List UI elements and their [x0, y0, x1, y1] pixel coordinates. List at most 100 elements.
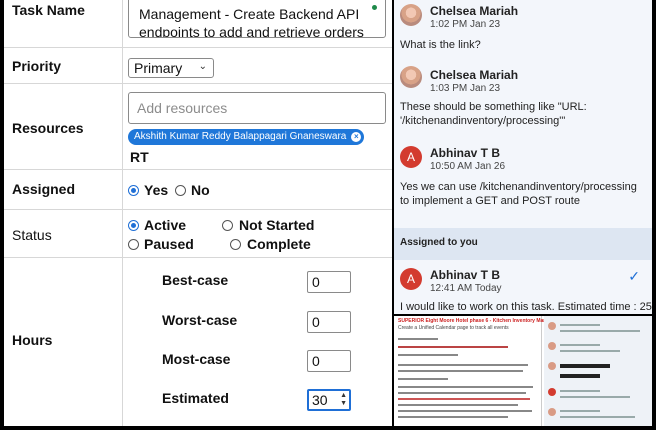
- avatar: [548, 342, 556, 350]
- status-paused-label: Paused: [144, 236, 194, 252]
- worst-case-value: 0: [312, 314, 320, 330]
- doc-line: [398, 410, 532, 412]
- status-label: Status: [12, 227, 52, 243]
- remove-chip-icon[interactable]: ×: [351, 132, 362, 142]
- resources-input[interactable]: Add resources: [128, 92, 386, 124]
- document-preview: SUPERIOR Eight Moore Hotel phase 6 - Kit…: [394, 316, 567, 426]
- assigned-no-label: No: [191, 182, 210, 198]
- chevron-down-icon: ⌄: [198, 61, 207, 72]
- task-name-label: Task Name: [12, 2, 85, 18]
- mini-redaction: [560, 374, 600, 378]
- priority-selected-value: Primary: [134, 60, 183, 76]
- doc-line: [398, 346, 508, 348]
- grammar-check-icon: [372, 5, 377, 10]
- status-not-started-label: Not Started: [239, 217, 315, 233]
- estimated-value: 30: [312, 392, 328, 408]
- status-row: Status Active Not Started Paused Complet…: [4, 210, 392, 258]
- avatar: [548, 408, 556, 416]
- doc-line: [398, 392, 526, 394]
- checkmark-icon[interactable]: ✓: [628, 268, 640, 285]
- status-not-started-radio[interactable]: [222, 220, 233, 231]
- comment-text: I would like to work on this task. Estim…: [400, 301, 652, 313]
- task-name-row: Task Name Management - Create Backend AP…: [4, 0, 392, 48]
- hours-label: Hours: [12, 332, 53, 348]
- doc-title: SUPERIOR Eight Moore Hotel phase 6 - Kit…: [398, 318, 567, 324]
- comment-time: 10:50 AM Jan 26: [430, 161, 506, 172]
- comment-time: 12:41 AM Today: [430, 283, 502, 294]
- avatar: [400, 66, 422, 88]
- assigned-no-radio[interactable]: [175, 185, 186, 196]
- stepper-arrows-icon[interactable]: ▲ ▼: [340, 392, 347, 408]
- doc-line: [398, 386, 533, 388]
- assigned-yes-radio[interactable]: [128, 185, 139, 196]
- status-paused-radio[interactable]: [128, 239, 139, 250]
- worst-case-input[interactable]: 0: [307, 311, 351, 333]
- comment-text: What is the link?: [400, 39, 481, 51]
- mini-line: [560, 344, 600, 346]
- worst-case-label: Worst-case: [162, 312, 238, 328]
- assigned-row: Assigned Yes No: [4, 170, 392, 210]
- avatar: [548, 362, 556, 370]
- mini-line: [560, 410, 600, 412]
- avatar: [548, 322, 556, 330]
- comment-author: Abhinav T B: [430, 146, 501, 160]
- task-name-value: Management - Create Backend API endpoint…: [139, 6, 364, 38]
- task-form: Task Name Management - Create Backend AP…: [4, 0, 392, 426]
- avatar: [548, 388, 556, 396]
- mini-line: [560, 330, 640, 332]
- doc-line: [398, 378, 448, 380]
- estimated-label: Estimated: [162, 390, 229, 406]
- priority-label: Priority: [12, 58, 62, 74]
- avatar: A: [400, 146, 422, 168]
- mini-redaction: [560, 364, 610, 368]
- mini-chat-preview: [544, 316, 652, 426]
- resources-label: Resources: [12, 120, 84, 136]
- best-case-input[interactable]: 0: [307, 271, 351, 293]
- comment-time: 1:03 PM Jan 23: [430, 83, 501, 94]
- resources-placeholder: Add resources: [137, 100, 228, 116]
- avatar: [400, 4, 422, 26]
- status-active-radio[interactable]: [128, 220, 139, 231]
- most-case-input[interactable]: 0: [307, 350, 351, 372]
- doc-line: [398, 404, 518, 406]
- avatar: A: [400, 268, 422, 290]
- doc-line: [398, 398, 530, 400]
- most-case-label: Most-case: [162, 351, 231, 367]
- status-complete-label: Complete: [247, 236, 311, 252]
- doc-line: [398, 338, 438, 340]
- assigned-to-you-header: Assigned to you: [394, 228, 652, 260]
- avatar-letter: A: [406, 150, 415, 164]
- status-complete-radio[interactable]: [230, 239, 241, 250]
- mini-line: [560, 390, 600, 392]
- avatar-letter: A: [406, 272, 415, 286]
- resource-overflow-text: RT: [130, 149, 149, 165]
- best-case-value: 0: [312, 274, 320, 290]
- mini-line: [560, 324, 600, 326]
- doc-line: [398, 416, 508, 418]
- comments-panel: Chelsea Mariah 1:02 PM Jan 23 What is th…: [394, 0, 652, 314]
- assigned-yes-label: Yes: [144, 182, 169, 198]
- comment-time: 1:02 PM Jan 23: [430, 19, 501, 30]
- doc-line: [398, 364, 528, 366]
- best-case-label: Best-case: [162, 272, 229, 288]
- resource-chip[interactable]: Akshith Kumar Reddy Balappagari Gnaneswa…: [128, 129, 365, 145]
- most-case-value: 0: [312, 353, 320, 369]
- task-name-textarea[interactable]: Management - Create Backend API endpoint…: [128, 0, 386, 38]
- doc-line: [398, 370, 523, 372]
- comment-text: These should be something like "URL: '/k…: [400, 101, 587, 127]
- assigned-label: Assigned: [12, 181, 76, 197]
- screenshot-thumbnail: SUPERIOR Eight Moore Hotel phase 6 - Kit…: [394, 316, 652, 426]
- doc-subtitle: Create a Unified Calendar page to track …: [398, 325, 509, 331]
- comment-author: Abhinav T B: [430, 268, 501, 282]
- estimated-input[interactable]: 30 ▲ ▼: [307, 389, 351, 411]
- assigned-to-you-label: Assigned to you: [400, 237, 478, 248]
- comment-author: Chelsea Mariah: [430, 4, 519, 18]
- mini-line: [560, 416, 635, 418]
- comment-author: Chelsea Mariah: [430, 68, 519, 82]
- status-active-label: Active: [144, 217, 187, 233]
- priority-select[interactable]: Primary ⌄: [128, 58, 214, 78]
- resource-chip-label: Akshith Kumar Reddy Balappagari Gnaneswa…: [134, 131, 347, 142]
- mini-line: [560, 350, 620, 352]
- mini-line: [560, 396, 630, 398]
- doc-line: [398, 354, 458, 356]
